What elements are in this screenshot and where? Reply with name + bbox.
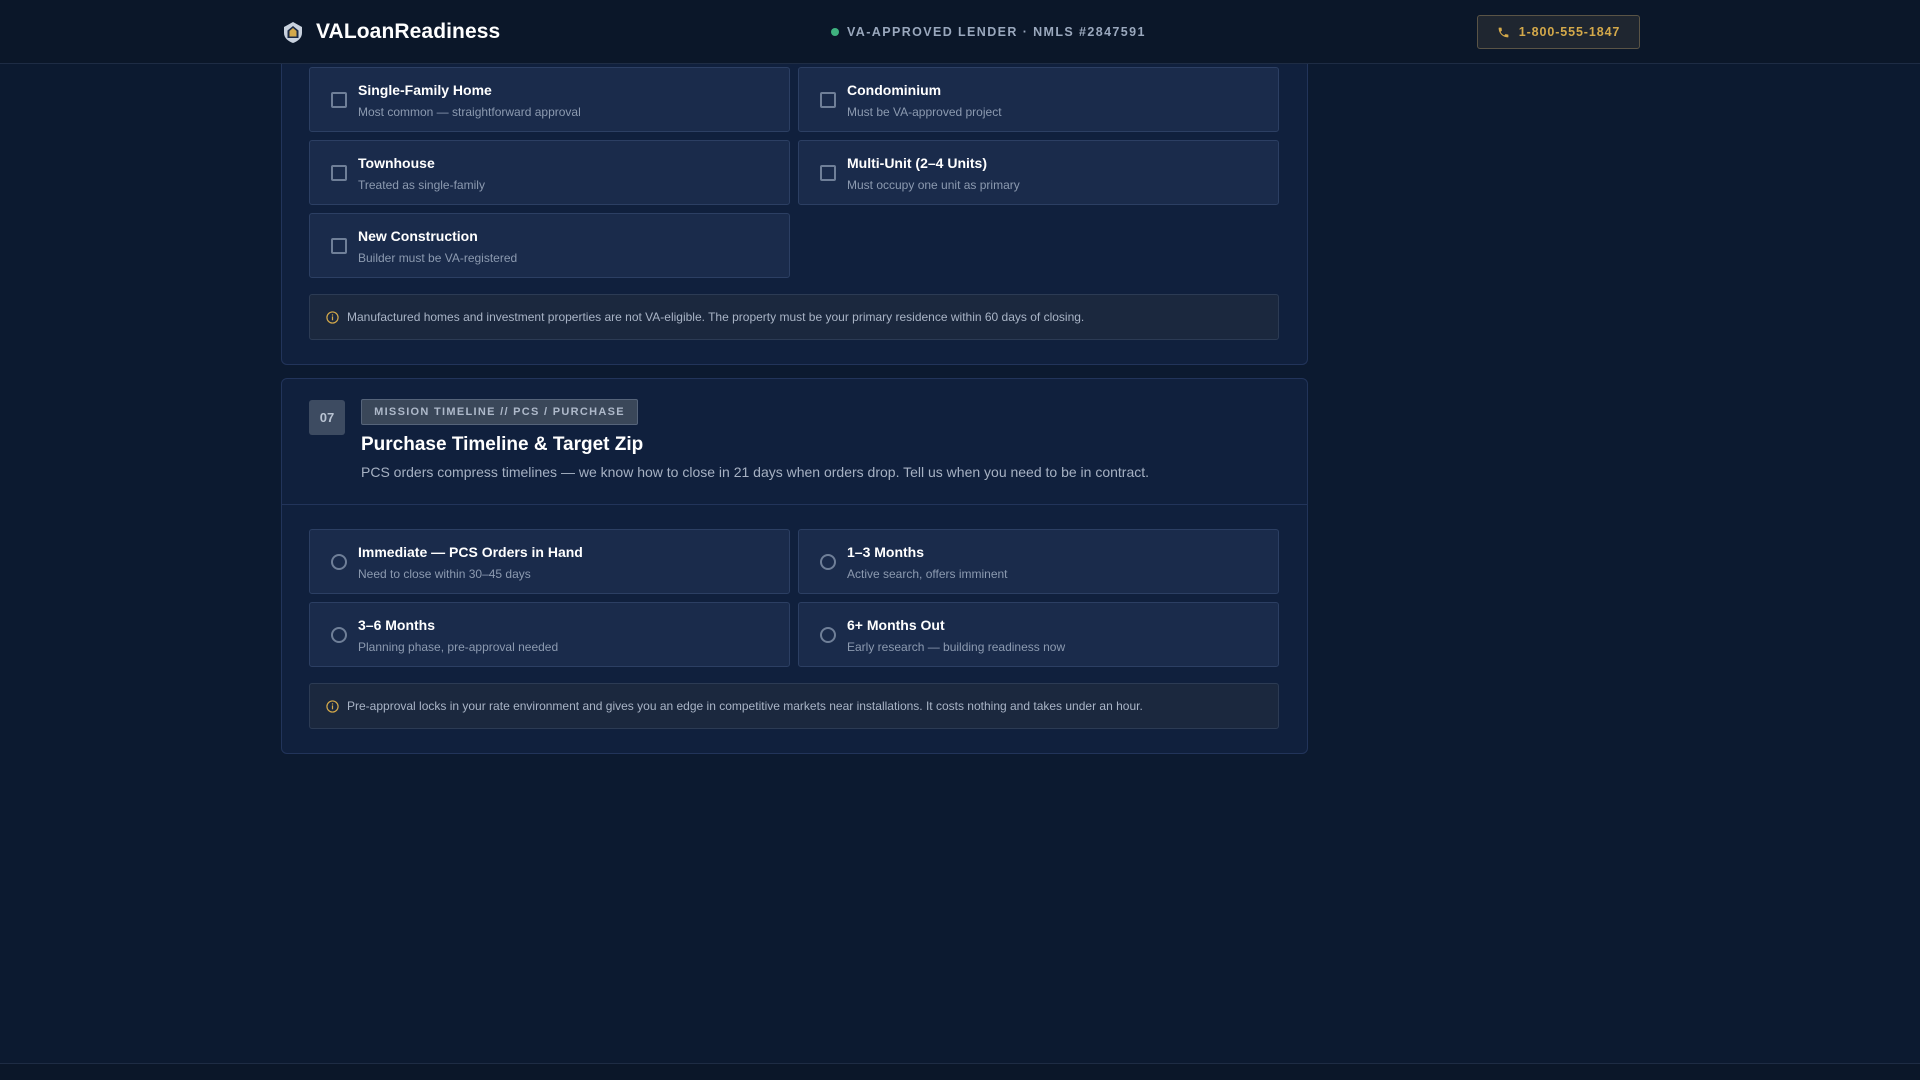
note-text: Pre-approval locks in your rate environm… xyxy=(347,699,1143,713)
option-new-construction[interactable]: New Construction Builder must be VA-regi… xyxy=(309,213,790,278)
lender-status-text: VA-APPROVED LENDER · NMLS #2847591 xyxy=(847,25,1146,39)
lender-status: VA-APPROVED LENDER · NMLS #2847591 xyxy=(831,22,1146,42)
radio-button[interactable] xyxy=(331,554,347,570)
option-subtitle: Builder must be VA-registered xyxy=(358,251,518,265)
option-subtitle: Must occupy one unit as primary xyxy=(847,178,1020,192)
brand-logo[interactable]: VALoanReadiness xyxy=(281,20,500,44)
option-3-6-months[interactable]: 3–6 Months Planning phase, pre-approval … xyxy=(309,602,790,667)
property-type-panel: Single-Family Home Most common — straigh… xyxy=(281,30,1308,365)
eligibility-note: Manufactured homes and investment proper… xyxy=(309,294,1279,340)
timeline-panel: 07 MISSION TIMELINE // PCS / PURCHASE Pu… xyxy=(281,378,1308,754)
phone-number: 1-800-555-1847 xyxy=(1518,25,1621,39)
info-icon xyxy=(326,699,339,713)
option-subtitle: Most common — straightforward approval xyxy=(358,105,581,119)
section-divider xyxy=(282,504,1307,505)
option-townhouse[interactable]: Townhouse Treated as single-family xyxy=(309,140,790,205)
note-text: Manufactured homes and investment proper… xyxy=(347,310,1085,324)
option-multi-unit[interactable]: Multi-Unit (2–4 Units) Must occupy one u… xyxy=(798,140,1279,205)
option-subtitle: Early research — building readiness now xyxy=(847,640,1066,654)
option-title: 6+ Months Out xyxy=(847,617,945,633)
checkbox[interactable] xyxy=(331,92,347,108)
option-title: Immediate — PCS Orders in Hand xyxy=(358,544,583,560)
call-phone-button[interactable]: 1-800-555-1847 xyxy=(1477,15,1640,49)
checkbox[interactable] xyxy=(331,238,347,254)
section-title: Purchase Timeline & Target Zip xyxy=(361,434,644,455)
option-title: New Construction xyxy=(358,228,478,244)
radio-button[interactable] xyxy=(820,627,836,643)
info-icon xyxy=(326,310,339,324)
pre-approval-note: Pre-approval locks in your rate environm… xyxy=(309,683,1279,729)
section-tag: MISSION TIMELINE // PCS / PURCHASE xyxy=(361,399,638,425)
checkbox[interactable] xyxy=(331,165,347,181)
option-title: Condominium xyxy=(847,82,942,98)
radio-button[interactable] xyxy=(820,554,836,570)
option-1-3-months[interactable]: 1–3 Months Active search, offers imminen… xyxy=(798,529,1279,594)
checkbox[interactable] xyxy=(820,92,836,108)
option-subtitle: Must be VA-approved project xyxy=(847,105,1002,119)
status-dot xyxy=(831,28,839,36)
section-number: 07 xyxy=(309,400,345,435)
option-subtitle: Active search, offers imminent xyxy=(847,567,1008,581)
option-single-family-home[interactable]: Single-Family Home Most common — straigh… xyxy=(309,67,790,132)
option-title: 1–3 Months xyxy=(847,544,925,560)
shield-house-icon xyxy=(284,22,302,43)
option-title: 3–6 Months xyxy=(358,617,436,633)
section-description: PCS orders compress timelines — we know … xyxy=(361,464,1150,480)
option-title: Single-Family Home xyxy=(358,82,492,98)
option-title: Townhouse xyxy=(358,155,435,171)
bottom-bar xyxy=(0,1063,1920,1080)
checkbox[interactable] xyxy=(820,165,836,181)
option-subtitle: Treated as single-family xyxy=(358,178,485,192)
option-subtitle: Planning phase, pre-approval needed xyxy=(358,640,559,654)
top-nav-bar: VALoanReadiness VA-APPROVED LENDER · NML… xyxy=(0,0,1920,64)
option-title: Multi-Unit (2–4 Units) xyxy=(847,155,987,171)
radio-button[interactable] xyxy=(331,627,347,643)
option-subtitle: Need to close within 30–45 days xyxy=(358,567,531,581)
option-immediate[interactable]: Immediate — PCS Orders in Hand Need to c… xyxy=(309,529,790,594)
option-6-plus-months[interactable]: 6+ Months Out Early research — building … xyxy=(798,602,1279,667)
option-condominium[interactable]: Condominium Must be VA-approved project xyxy=(798,67,1279,132)
brand-name: VALoanReadiness xyxy=(316,20,501,43)
phone-icon xyxy=(1498,27,1509,37)
